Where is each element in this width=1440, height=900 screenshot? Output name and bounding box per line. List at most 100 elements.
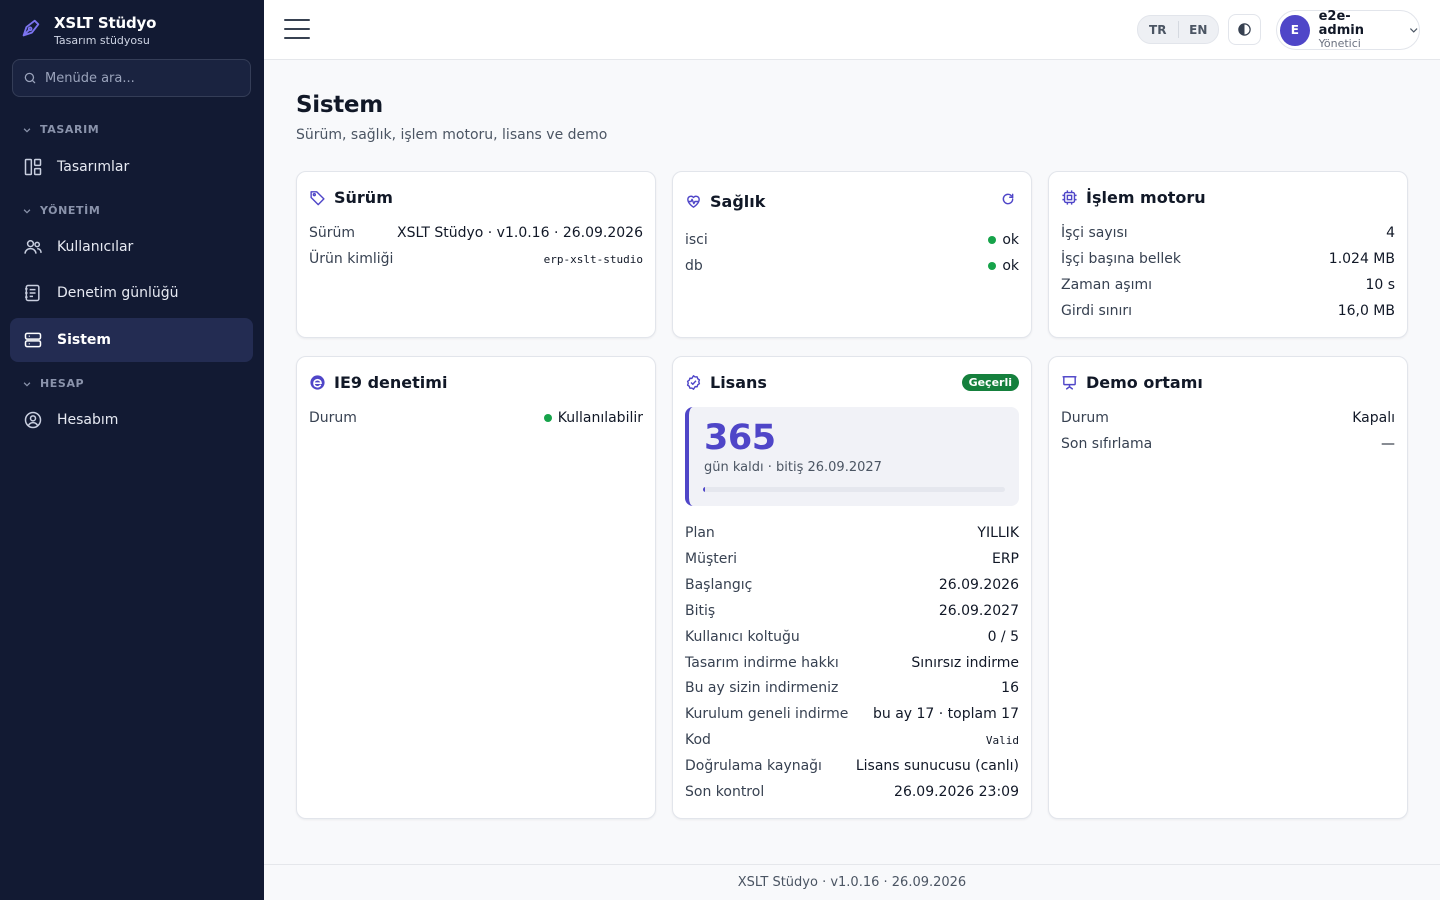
card-title: IE9 denetimi: [334, 373, 448, 392]
days-remaining-text: gün kaldı · bitiş 26.09.2027: [704, 460, 882, 475]
section-label: YÖNETİM: [40, 204, 101, 217]
row-label: İşçi sayısı: [1061, 225, 1128, 241]
license-row: Kod Valid: [685, 730, 1019, 750]
license-row: Müşteri ERP: [685, 549, 1019, 569]
sidebar-item-audit-log[interactable]: Denetim günlüğü: [10, 271, 253, 315]
status-dot: [988, 262, 997, 270]
card-title: Lisans: [710, 373, 767, 392]
page-subtitle: Sürüm, sağlık, işlem motoru, lisans ve d…: [296, 127, 608, 143]
row-value: 10 s: [1365, 277, 1395, 293]
server-icon: [24, 332, 42, 348]
status-badge: Geçerli: [961, 374, 1019, 391]
row-value: 16: [1001, 680, 1019, 697]
chevron-down-icon: [23, 381, 31, 387]
license-row: Bitiş 26.09.2027: [685, 601, 1019, 621]
row-label: Durum: [1061, 410, 1109, 426]
license-row: Plan YILLIK: [685, 523, 1019, 543]
row-label: Zaman aşımı: [1061, 277, 1152, 293]
row-label: Son sıfırlama: [1061, 436, 1153, 452]
status-text: ok: [1002, 258, 1019, 274]
refresh-icon[interactable]: [1001, 192, 1015, 206]
section-yonetim[interactable]: YÖNETİM: [22, 204, 100, 217]
row-label: isci: [685, 232, 708, 248]
health-row: isci ok: [685, 230, 1019, 250]
sidebar-item-system[interactable]: Sistem: [10, 318, 253, 362]
sidebar-item-label: Sistem: [57, 332, 111, 348]
health-row: db ok: [685, 256, 1019, 276]
card-title: İşlem motoru: [1086, 188, 1206, 207]
users-icon: [24, 240, 42, 254]
log-icon: [25, 284, 40, 302]
language-switcher: TR EN: [1137, 15, 1219, 44]
row-label: Doğrulama kaynağı: [685, 758, 822, 775]
row-label: Ürün kimliği: [309, 251, 394, 267]
section-label: TASARIM: [40, 123, 100, 136]
row-label: İşçi başına bellek: [1061, 251, 1182, 267]
check-badge-icon: [686, 375, 701, 390]
row-value: ERP: [991, 550, 1019, 567]
row-label: Sürüm: [309, 225, 356, 241]
license-progress-fill: [703, 487, 705, 492]
theme-toggle-button[interactable]: [1228, 14, 1261, 45]
row-value: 1.024 MB: [1328, 251, 1395, 267]
row-value: Kullanılabilir: [543, 410, 643, 426]
card-header: IE9 denetimi: [309, 373, 447, 392]
row-value: 4: [1386, 225, 1395, 241]
row-label: Plan: [685, 525, 715, 541]
menu-search[interactable]: [12, 59, 251, 97]
card-header: Demo ortamı: [1061, 373, 1203, 392]
layout-icon: [24, 158, 42, 176]
license-row: Doğrulama kaynağı Lisans sunucusu (canlı): [685, 756, 1019, 776]
menu-icon[interactable]: [284, 18, 310, 40]
user-name: e2e-admin: [1318, 9, 1364, 38]
menu-search-input[interactable]: [45, 70, 235, 86]
info-row: Girdi sınırı 16,0 MB: [1061, 301, 1395, 321]
footer: XSLT Stüdyo · v1.0.16 · 26.09.2026: [264, 864, 1440, 900]
license-code: Valid: [985, 733, 1019, 747]
presentation-icon: [1062, 376, 1077, 390]
info-row: İşçi sayısı 4: [1061, 223, 1395, 243]
page-title: Sistem: [296, 92, 383, 118]
row-value: ok: [988, 258, 1019, 274]
user-role: Yönetici: [1318, 37, 1361, 50]
row-value: ok: [988, 232, 1019, 248]
row-label: Kullanıcı koltuğu: [685, 628, 800, 645]
row-label: Kod: [685, 732, 711, 749]
ie9-card: IE9 denetimi Durum Kullanılabilir: [296, 356, 656, 819]
license-card: Lisans Geçerli 365 gün kaldı · bitiş 26.…: [672, 356, 1032, 819]
avatar: E: [1280, 14, 1310, 46]
sidebar-item-users[interactable]: Kullanıcılar: [10, 225, 253, 269]
sidebar-item-designs[interactable]: Tasarımlar: [10, 145, 253, 189]
user-circle-icon: [24, 411, 42, 429]
info-row: İşçi başına bellek 1.024 MB: [1061, 249, 1395, 269]
demo-card: Demo ortamı Durum Kapalı Son sıfırlama —: [1048, 356, 1408, 819]
row-label: db: [685, 258, 703, 274]
chevron-down-icon: [1409, 28, 1418, 33]
topbar: TR EN E e2e-admin Yönetici: [264, 0, 1440, 60]
info-row: Durum Kullanılabilir: [309, 408, 643, 428]
row-label: Girdi sınırı: [1061, 303, 1133, 319]
row-value: 26.09.2027: [938, 602, 1019, 619]
status-dot: [988, 236, 997, 244]
row-label: Durum: [309, 410, 357, 426]
row-label: Bu ay sizin indirmeniz: [685, 680, 839, 697]
row-value: 16,0 MB: [1337, 303, 1395, 319]
status-text: Kullanılabilir: [557, 410, 643, 426]
section-hesap[interactable]: HESAP: [22, 377, 84, 390]
engine-card: İşlem motoru İşçi sayısı 4 İşçi başına b…: [1048, 171, 1408, 338]
sidebar-item-account[interactable]: Hesabım: [10, 398, 253, 442]
lang-en-button[interactable]: EN: [1179, 23, 1219, 37]
license-row: Başlangıç 26.09.2026: [685, 575, 1019, 595]
user-menu[interactable]: E e2e-admin Yönetici: [1276, 10, 1420, 50]
license-row: Bu ay sizin indirmeniz 16: [685, 678, 1019, 698]
info-row: Durum Kapalı: [1061, 408, 1395, 428]
ie-logo-icon: [310, 375, 325, 390]
section-tasarim[interactable]: TASARIM: [22, 123, 99, 136]
lang-tr-button[interactable]: TR: [1138, 23, 1178, 37]
card-header: Sağlık: [685, 192, 765, 211]
brand[interactable]: XSLT Stüdyo Tasarım stüdyosu: [20, 14, 156, 48]
cpu-icon: [1062, 190, 1077, 205]
license-progress-bar: [703, 487, 1005, 492]
brand-title: XSLT Stüdyo: [54, 14, 157, 32]
contrast-icon: [1238, 23, 1251, 36]
